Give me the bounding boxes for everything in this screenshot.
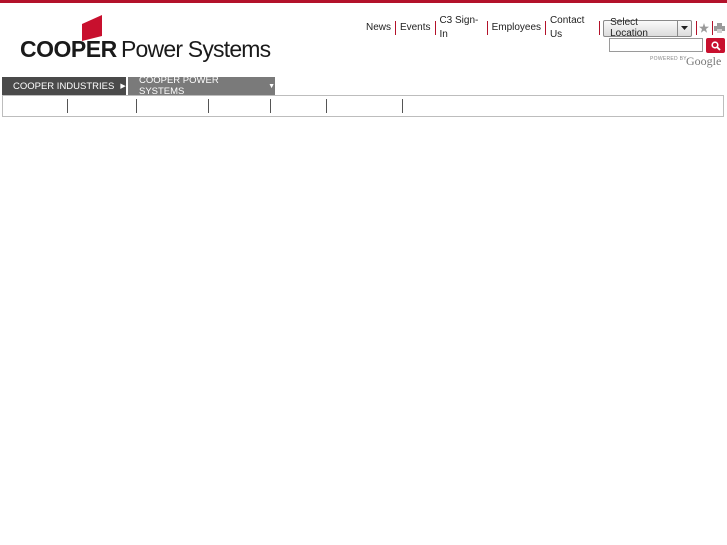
top-accent-bar [0,0,727,3]
nav-divider [326,99,327,113]
util-link-events[interactable]: Events [396,21,435,35]
util-separator [599,21,601,35]
site-tabs: COOPER INDUSTRIES ▶ COOPER POWER SYSTEMS… [2,75,277,97]
search-input[interactable] [609,38,703,52]
logo-wordmark-bold: COOPER [20,36,117,62]
nav-divider [208,99,209,113]
search-icon [710,40,721,51]
main-nav-bar [2,95,724,117]
util-link-news[interactable]: News [362,21,395,35]
util-link-employees[interactable]: Employees [488,21,545,35]
nav-divider [67,99,68,113]
tab-cooper-industries[interactable]: COOPER INDUSTRIES ▶ [2,77,126,95]
chevron-down-icon [676,20,691,36]
location-select-value: Select Location [610,17,648,39]
powered-by-label: POWERED BY [650,56,687,62]
util-link-contact-us[interactable]: Contact Us [546,14,599,42]
google-logo: Google [686,54,722,68]
tab-label: COOPER POWER SYSTEMS [139,75,219,97]
chevron-right-icon: ▶ [120,83,126,90]
logo-wordmark-rest: Power Systems [121,36,271,62]
location-select[interactable]: Select Location [603,17,692,39]
search-button[interactable] [706,38,725,53]
bookmark-star-icon[interactable] [697,21,712,35]
nav-divider [270,99,271,113]
tab-cooper-power-systems[interactable]: COOPER POWER SYSTEMS ▼ [128,75,275,97]
util-link-c3-sign-in[interactable]: C3 Sign-In [435,14,486,42]
chevron-down-icon: ▼ [268,82,275,90]
tab-label: COOPER INDUSTRIES [13,80,115,92]
nav-divider [402,99,403,113]
site-logo[interactable]: COOPER Power Systems [20,14,280,66]
print-icon[interactable] [712,21,727,35]
nav-divider [136,99,137,113]
